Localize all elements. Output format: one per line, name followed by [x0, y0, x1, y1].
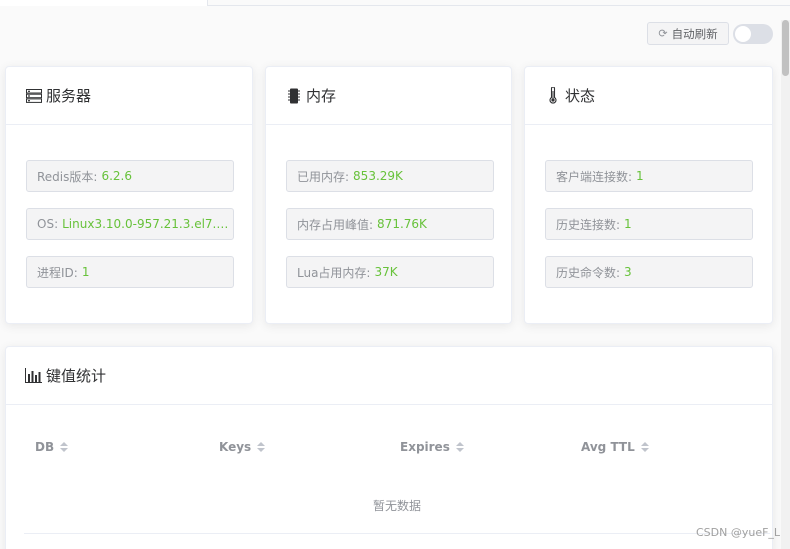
os-item: OS:Linux3.10.0-957.21.3.el7.x86_...	[26, 208, 234, 240]
server-icon	[25, 87, 42, 104]
tab-strip-border	[208, 5, 790, 6]
item-label: Redis版本:	[37, 169, 98, 184]
column-header-label: DB	[35, 440, 55, 454]
item-value: 1	[81, 265, 90, 279]
memory-title: 内存	[306, 87, 337, 105]
process-id-item: 进程ID: 1	[26, 256, 234, 288]
item-label: OS:	[37, 217, 59, 231]
auto-refresh-button[interactable]: ⟳ 自动刷新	[647, 22, 729, 45]
total-connections-item: 历史连接数: 1	[545, 208, 753, 240]
redis-version-item: Redis版本: 6.2.6	[26, 160, 234, 192]
refresh-icon: ⟳	[658, 27, 668, 40]
thermometer-icon	[544, 87, 561, 104]
status-card: 状态 客户端连接数: 1 历史连接数: 1 历史命令数: 3	[524, 66, 773, 324]
item-value: 853.29K	[353, 169, 403, 183]
empty-text: 暂无数据	[372, 499, 421, 513]
tab-strip	[0, 0, 790, 6]
connected-clients-item: 客户端连接数: 1	[545, 160, 753, 192]
vertical-scrollbar[interactable]	[781, 20, 790, 549]
item-label: 已用内存:	[297, 169, 350, 184]
item-label: Lua占用内存:	[297, 265, 371, 280]
used-memory-item: 已用内存: 853.29K	[286, 160, 494, 192]
column-header-label: Keys	[219, 440, 252, 454]
server-card-header: 服务器	[6, 67, 252, 125]
auto-refresh-switch[interactable]	[733, 24, 773, 44]
sort-icon[interactable]	[455, 442, 464, 452]
sort-icon[interactable]	[60, 442, 69, 452]
server-title: 服务器	[46, 87, 92, 105]
sort-icon[interactable]	[640, 442, 649, 452]
memory-chip-icon	[285, 87, 302, 104]
lua-memory-item: Lua占用内存: 37K	[286, 256, 494, 288]
active-tab[interactable]	[0, 0, 208, 6]
item-value: 1	[636, 169, 644, 183]
item-label: 客户端连接数:	[556, 169, 633, 184]
column-header-db[interactable]: DB	[35, 440, 69, 454]
memory-card: 内存 已用内存: 853.29K 内存占用峰值: 871.76K Lua占用内存: 3…	[265, 66, 512, 324]
item-value: 3	[624, 265, 632, 279]
server-card: 服务器 Redis版本: 6.2.6 OS: Linux3.10.0-957.21.…	[5, 66, 253, 324]
table-empty-state: 暂无数据	[24, 478, 770, 534]
item-value: Linux3.10.0-957.21.3.el7.x86_...	[62, 217, 233, 231]
switch-knob	[735, 26, 751, 42]
column-header-avg-ttl[interactable]: Avg TTL	[581, 440, 649, 454]
item-label: 进程ID:	[37, 265, 78, 280]
status-title: 状态	[565, 87, 596, 105]
keyspace-card-header: 键值统计	[6, 347, 772, 405]
watermark: CSDN @yueF_L	[696, 526, 781, 539]
item-label: 内存占用峰值:	[297, 217, 374, 232]
memory-card-header: 内存	[266, 67, 511, 125]
column-header-keys[interactable]: Keys	[219, 440, 266, 454]
column-header-expires[interactable]: Expires	[400, 440, 464, 454]
item-label: 历史连接数:	[556, 217, 621, 232]
bar-chart-icon	[25, 367, 42, 384]
column-header-label: Avg TTL	[581, 440, 635, 454]
peak-memory-item: 内存占用峰值: 871.76K	[286, 208, 494, 240]
sort-icon[interactable]	[257, 442, 266, 452]
item-value: 871.76K	[377, 217, 427, 231]
auto-refresh-label: 自动刷新	[671, 26, 718, 41]
keyspace-title: 键值统计	[46, 367, 107, 385]
status-card-header: 状态	[525, 67, 772, 125]
column-header-label: Expires	[400, 440, 450, 454]
scrollbar-thumb[interactable]	[782, 20, 789, 76]
item-value: 1	[624, 217, 632, 231]
total-commands-item: 历史命令数: 3	[545, 256, 753, 288]
item-value: 37K	[374, 265, 398, 279]
item-value: 6.2.6	[101, 169, 132, 183]
item-label: 历史命令数:	[556, 265, 621, 280]
